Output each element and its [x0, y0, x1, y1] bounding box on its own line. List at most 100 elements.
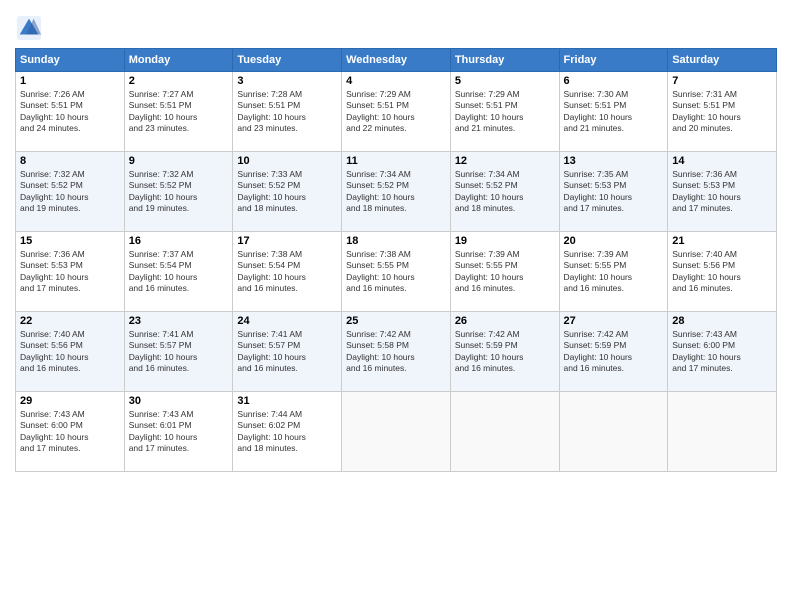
day-info: Sunrise: 7:27 AMSunset: 5:51 PMDaylight:…: [129, 89, 229, 135]
calendar-cell: 30Sunrise: 7:43 AMSunset: 6:01 PMDayligh…: [124, 392, 233, 472]
calendar-cell: 16 Sunrise: 7:37 AMSunset: 5:54 PMDayligh…: [124, 232, 233, 312]
calendar-cell: 15 Sunrise: 7:36 AMSunset: 5:53 PMDayligh…: [16, 232, 125, 312]
logo: [15, 14, 47, 42]
day-info: Sunrise: 7:44 AMSunset: 6:02 PMDaylight:…: [237, 409, 337, 455]
day-number: 12: [455, 155, 555, 167]
day-info: Sunrise: 7:43 AMSunset: 6:01 PMDaylight:…: [129, 409, 229, 455]
day-number: 26: [455, 315, 555, 327]
day-number: 3: [237, 75, 337, 87]
calendar-cell: 5Sunrise: 7:29 AMSunset: 5:51 PMDaylight…: [450, 72, 559, 152]
calendar-cell: 23 Sunrise: 7:41 AMSunset: 5:57 PMDayligh…: [124, 312, 233, 392]
calendar-cell: 31 Sunrise: 7:44 AMSunset: 6:02 PMDayligh…: [233, 392, 342, 472]
calendar-cell: 20 Sunrise: 7:39 AMSunset: 5:55 PMDayligh…: [559, 232, 668, 312]
day-header: Wednesday: [342, 49, 451, 72]
calendar-cell: 25 Sunrise: 7:42 AMSunset: 5:58 PMDayligh…: [342, 312, 451, 392]
day-number: 27: [564, 315, 664, 327]
calendar-cell: [668, 392, 777, 472]
calendar-cell: 8 Sunrise: 7:32 AMSunset: 5:52 PMDaylight…: [16, 152, 125, 232]
day-info: Sunrise: 7:28 AMSunset: 5:51 PMDaylight:…: [237, 89, 337, 135]
day-number: 29: [20, 395, 120, 407]
day-number: 6: [564, 75, 664, 87]
calendar-cell: 21 Sunrise: 7:40 AMSunset: 5:56 PMDayligh…: [668, 232, 777, 312]
day-header: Monday: [124, 49, 233, 72]
calendar-cell: 29 Sunrise: 7:43 AMSunset: 6:00 PMDayligh…: [16, 392, 125, 472]
day-info: Sunrise: 7:40 AMSunset: 5:56 PMDaylight:…: [672, 249, 772, 295]
day-number: 2: [129, 75, 229, 87]
day-number: 28: [672, 315, 772, 327]
calendar-cell: 6 Sunrise: 7:30 AMSunset: 5:51 PMDaylight…: [559, 72, 668, 152]
calendar-cell: 17 Sunrise: 7:38 AMSunset: 5:54 PMDayligh…: [233, 232, 342, 312]
day-number: 4: [346, 75, 446, 87]
day-info: Sunrise: 7:38 AMSunset: 5:55 PMDaylight:…: [346, 249, 446, 295]
day-number: 10: [237, 155, 337, 167]
day-info: Sunrise: 7:26 AMSunset: 5:51 PMDaylight:…: [20, 89, 120, 135]
day-number: 8: [20, 155, 120, 167]
day-number: 15: [20, 235, 120, 247]
calendar-cell: 9Sunrise: 7:32 AMSunset: 5:52 PMDaylight…: [124, 152, 233, 232]
day-number: 21: [672, 235, 772, 247]
calendar-cell: 4 Sunrise: 7:29 AMSunset: 5:51 PMDaylight…: [342, 72, 451, 152]
day-info: Sunrise: 7:39 AMSunset: 5:55 PMDaylight:…: [455, 249, 555, 295]
calendar-cell: 2 Sunrise: 7:27 AMSunset: 5:51 PMDaylight…: [124, 72, 233, 152]
calendar-cell: 1 Sunrise: 7:26 AMSunset: 5:51 PMDaylight…: [16, 72, 125, 152]
calendar-cell: 13 Sunrise: 7:35 AMSunset: 5:53 PMDayligh…: [559, 152, 668, 232]
calendar-cell: 7 Sunrise: 7:31 AMSunset: 5:51 PMDaylight…: [668, 72, 777, 152]
calendar-cell: 12 Sunrise: 7:34 AMSunset: 5:52 PMDayligh…: [450, 152, 559, 232]
day-number: 18: [346, 235, 446, 247]
day-number: 16: [129, 235, 229, 247]
calendar-cell: 11Sunrise: 7:34 AMSunset: 5:52 PMDayligh…: [342, 152, 451, 232]
day-info: Sunrise: 7:29 AMSunset: 5:51 PMDaylight:…: [346, 89, 446, 135]
calendar-body: 1 Sunrise: 7:26 AMSunset: 5:51 PMDaylight…: [16, 72, 777, 472]
calendar-cell: 14 Sunrise: 7:36 AMSunset: 5:53 PMDayligh…: [668, 152, 777, 232]
day-info: Sunrise: 7:39 AMSunset: 5:55 PMDaylight:…: [564, 249, 664, 295]
day-number: 19: [455, 235, 555, 247]
day-number: 9: [129, 155, 229, 167]
day-info: Sunrise: 7:41 AMSunset: 5:57 PMDaylight:…: [237, 329, 337, 375]
calendar-cell: 18 Sunrise: 7:38 AMSunset: 5:55 PMDayligh…: [342, 232, 451, 312]
day-info: Sunrise: 7:32 AMSunset: 5:52 PMDaylight:…: [20, 169, 120, 215]
day-info: Sunrise: 7:40 AMSunset: 5:56 PMDaylight:…: [20, 329, 120, 375]
day-number: 13: [564, 155, 664, 167]
day-info: Sunrise: 7:38 AMSunset: 5:54 PMDaylight:…: [237, 249, 337, 295]
day-number: 1: [20, 75, 120, 87]
day-info: Sunrise: 7:43 AMSunset: 6:00 PMDaylight:…: [20, 409, 120, 455]
day-number: 17: [237, 235, 337, 247]
day-info: Sunrise: 7:42 AMSunset: 5:59 PMDaylight:…: [564, 329, 664, 375]
day-info: Sunrise: 7:30 AMSunset: 5:51 PMDaylight:…: [564, 89, 664, 135]
day-number: 11: [346, 155, 446, 167]
calendar-cell: 22 Sunrise: 7:40 AMSunset: 5:56 PMDayligh…: [16, 312, 125, 392]
day-number: 22: [20, 315, 120, 327]
day-info: Sunrise: 7:29 AMSunset: 5:51 PMDaylight:…: [455, 89, 555, 135]
calendar-cell: [559, 392, 668, 472]
day-info: Sunrise: 7:42 AMSunset: 5:58 PMDaylight:…: [346, 329, 446, 375]
day-number: 24: [237, 315, 337, 327]
day-info: Sunrise: 7:41 AMSunset: 5:57 PMDaylight:…: [129, 329, 229, 375]
day-header: Sunday: [16, 49, 125, 72]
day-info: Sunrise: 7:31 AMSunset: 5:51 PMDaylight:…: [672, 89, 772, 135]
day-info: Sunrise: 7:42 AMSunset: 5:59 PMDaylight:…: [455, 329, 555, 375]
day-number: 31: [237, 395, 337, 407]
day-header: Saturday: [668, 49, 777, 72]
day-info: Sunrise: 7:34 AMSunset: 5:52 PMDaylight:…: [455, 169, 555, 215]
calendar-cell: 3 Sunrise: 7:28 AMSunset: 5:51 PMDaylight…: [233, 72, 342, 152]
day-info: Sunrise: 7:36 AMSunset: 5:53 PMDaylight:…: [672, 169, 772, 215]
calendar-cell: 24 Sunrise: 7:41 AMSunset: 5:57 PMDayligh…: [233, 312, 342, 392]
day-number: 25: [346, 315, 446, 327]
day-info: Sunrise: 7:35 AMSunset: 5:53 PMDaylight:…: [564, 169, 664, 215]
day-header: Tuesday: [233, 49, 342, 72]
day-info: Sunrise: 7:43 AMSunset: 6:00 PMDaylight:…: [672, 329, 772, 375]
calendar-cell: 19 Sunrise: 7:39 AMSunset: 5:55 PMDayligh…: [450, 232, 559, 312]
day-header: Friday: [559, 49, 668, 72]
day-info: Sunrise: 7:33 AMSunset: 5:52 PMDaylight:…: [237, 169, 337, 215]
header: [15, 10, 777, 42]
calendar: SundayMondayTuesdayWednesdayThursdayFrid…: [15, 48, 777, 472]
day-number: 20: [564, 235, 664, 247]
day-info: Sunrise: 7:37 AMSunset: 5:54 PMDaylight:…: [129, 249, 229, 295]
day-number: 14: [672, 155, 772, 167]
calendar-cell: [342, 392, 451, 472]
day-info: Sunrise: 7:36 AMSunset: 5:53 PMDaylight:…: [20, 249, 120, 295]
calendar-cell: 28 Sunrise: 7:43 AMSunset: 6:00 PMDayligh…: [668, 312, 777, 392]
day-number: 23: [129, 315, 229, 327]
day-header: Thursday: [450, 49, 559, 72]
day-number: 7: [672, 75, 772, 87]
